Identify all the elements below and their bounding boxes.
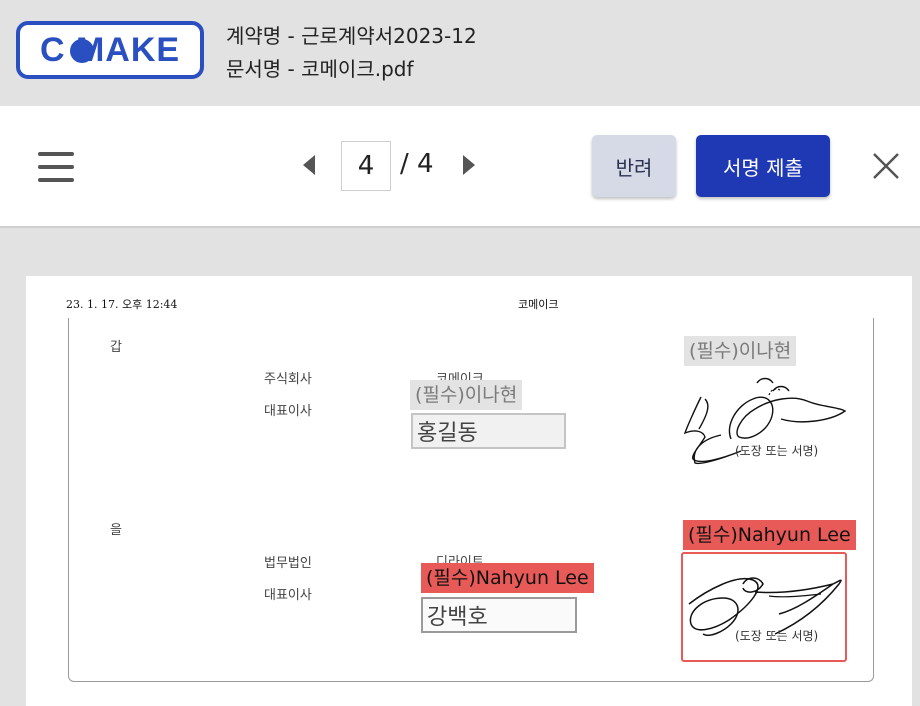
party-a-company-type: 주식회사 bbox=[264, 372, 312, 387]
print-header-date: 23. 1. 17. 오후 12:44 bbox=[66, 298, 178, 311]
party-b-signature-box[interactable]: (도장 또는 서명) bbox=[681, 552, 847, 662]
party-b-name-field-label: (필수)Nahyun Lee bbox=[421, 563, 594, 593]
party-a-name-field-label: (필수)이나현 bbox=[410, 380, 523, 410]
close-icon[interactable] bbox=[872, 152, 900, 180]
party-a-representative-label: 대표이사 bbox=[264, 404, 312, 419]
document-meta: 계약명 - 근로계약서2023-12 문서명 - 코메이크.pdf bbox=[226, 20, 477, 86]
logo-text: C MAKE bbox=[39, 30, 181, 69]
party-b-representative-label: 대표이사 bbox=[264, 588, 312, 603]
party-a-signature-image bbox=[683, 377, 847, 465]
party-a-label: 갑 bbox=[110, 340, 122, 355]
app-header: C MAKE 계약명 - 근로계약서2023-12 문서명 - 코메이크.pdf bbox=[0, 0, 920, 106]
toolbar: / 4 반려 서명 제출 bbox=[0, 106, 920, 228]
comake-logo: C MAKE bbox=[16, 21, 204, 79]
party-b-signature-caption: (도장 또는 서명) bbox=[735, 629, 819, 643]
party-b-label: 을 bbox=[110, 523, 122, 538]
document-page: 23. 1. 17. 오후 12:44 코메이크 갑 주식회사 대표이사 코메이… bbox=[26, 276, 912, 706]
reject-button[interactable]: 반려 bbox=[592, 135, 676, 197]
party-a-name-input[interactable] bbox=[411, 413, 566, 449]
document-viewer[interactable]: 23. 1. 17. 오후 12:44 코메이크 갑 주식회사 대표이사 코메이… bbox=[0, 228, 920, 706]
page-total: / 4 bbox=[400, 149, 434, 179]
party-a-signature-caption: (도장 또는 서명) bbox=[735, 444, 819, 458]
party-a-signature-box[interactable]: (도장 또는 서명) bbox=[681, 369, 849, 476]
prev-page-icon[interactable] bbox=[302, 154, 316, 176]
document-name: 문서명 - 코메이크.pdf bbox=[226, 57, 414, 81]
party-a-signature-label: (필수)이나현 bbox=[684, 336, 797, 366]
menu-icon[interactable] bbox=[38, 152, 74, 182]
party-b-name-input[interactable] bbox=[421, 597, 577, 633]
page-number-input[interactable] bbox=[341, 141, 391, 191]
party-b-signature-image bbox=[688, 577, 842, 636]
next-page-icon[interactable] bbox=[462, 154, 476, 176]
party-b-company-type: 법무법인 bbox=[264, 556, 312, 571]
print-header-title: 코메이크 bbox=[518, 298, 559, 311]
contract-name: 계약명 - 근로계약서2023-12 bbox=[226, 24, 477, 48]
party-b-signature-label: (필수)Nahyun Lee bbox=[683, 520, 856, 550]
submit-signature-button[interactable]: 서명 제출 bbox=[696, 135, 830, 197]
